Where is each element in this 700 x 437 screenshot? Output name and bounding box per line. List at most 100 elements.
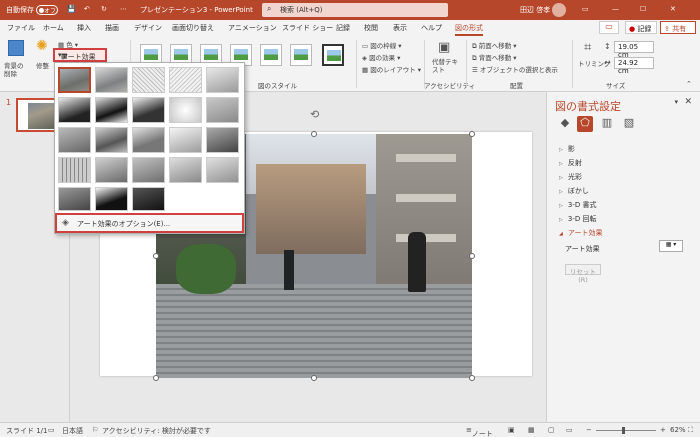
normal-view-icon[interactable]: ▣ [508,426,515,434]
send-backward-button[interactable]: ⧉ 背面へ移動 ▾ [472,52,517,63]
tab-picture-format[interactable]: 図の形式 [455,23,483,36]
art-effect-plastic-wrap[interactable] [58,187,91,211]
bring-forward-button[interactable]: ⧉ 前面へ移動 ▾ [472,40,517,51]
share-button[interactable]: ⇪ 共有 [660,21,696,34]
picture-border-button[interactable]: ▭ 図の枠線 ▾ [362,40,402,50]
effects-icon[interactable]: ⬠ [577,116,593,132]
avatar[interactable] [552,3,566,17]
tab-slideshow[interactable]: スライド ショー [282,23,333,33]
picture-style-7[interactable] [322,44,344,66]
search-box[interactable]: ⌕ 検索 (Alt+Q) [262,3,448,17]
width-input[interactable]: 24.92 cm [614,57,654,75]
section-artistic-effects[interactable]: アート効果 [559,228,603,238]
art-effect-pastels-smooth[interactable] [206,157,239,183]
section-reflection[interactable]: 反射 [559,158,582,168]
ribbon-display-icon[interactable]: ▭ [582,5,589,13]
zoom-out-icon[interactable]: − [586,426,592,434]
art-effect-paint-brush[interactable] [132,97,165,123]
tab-review[interactable]: 校閲 [364,23,378,33]
art-effect-glow-edges[interactable] [132,187,165,211]
spellcheck-icon[interactable]: ▭ [48,426,55,434]
resize-handle[interactable] [311,375,317,381]
rotate-handle-icon[interactable]: ⟲ [310,108,319,121]
art-effect-paint-strokes[interactable] [95,97,128,123]
art-effect-texturizer[interactable] [132,157,165,183]
art-effects-options-item[interactable]: ◈ アート効果のオプション(E)... [55,213,244,233]
zoom-slider-thumb[interactable] [622,427,625,434]
tab-design[interactable]: デザイン [134,23,162,33]
picture-style-6[interactable] [290,44,312,66]
slideshow-view-icon[interactable]: ▭ [566,426,573,434]
remove-bg-label[interactable]: 背景の削除 [4,62,26,78]
tab-home[interactable]: ホーム [43,23,64,33]
corrections-icon[interactable]: ✺ [36,38,48,54]
resize-handle[interactable] [469,253,475,259]
alt-text-label[interactable]: 代替テキスト [432,58,460,74]
art-effect-pencil-grayscale[interactable] [132,67,165,93]
close-icon[interactable]: ✕ [670,5,676,13]
save-icon[interactable]: 💾 [67,5,76,13]
section-shadow[interactable]: 影 [559,144,575,154]
art-effect-none[interactable] [58,67,91,93]
art-effect-film-grain[interactable] [95,187,128,211]
art-effect-crisscross-etching[interactable] [169,157,202,183]
art-effect-glass[interactable] [58,157,91,183]
picture-icon[interactable]: ▧ [621,116,637,132]
collapse-ribbon-icon[interactable]: ⌃ [686,80,692,88]
resize-handle[interactable] [311,131,317,137]
minimize-icon[interactable]: — [612,5,619,13]
art-effect-blur[interactable] [206,97,239,123]
tab-insert[interactable]: 挿入 [77,23,91,33]
fill-line-icon[interactable]: ◆ [557,116,573,132]
tab-help[interactable]: ヘルプ [421,23,442,33]
undo-icon[interactable]: ↶ [84,5,90,13]
fit-to-window-icon[interactable]: ⛶ [688,426,693,435]
resize-handle[interactable] [153,375,159,381]
tab-view[interactable]: 表示 [393,23,407,33]
tab-transitions[interactable]: 画面切り替え [172,23,214,33]
zoom-slider[interactable] [596,430,656,431]
comments-button[interactable]: ▭ [599,21,619,34]
size-properties-icon[interactable]: ▥ [599,116,615,132]
picture-layout-button[interactable]: ▦ 図のレイアウト ▾ [362,64,421,74]
art-effect-pencil-sketch[interactable] [169,67,202,93]
customize-qat-icon[interactable]: ⋯ [120,5,127,13]
section-glow[interactable]: 光彩 [559,172,582,182]
tab-record[interactable]: 記録 [336,23,350,33]
height-input[interactable]: 19.05 cm [614,41,654,59]
notes-button[interactable]: ≡ ノート [466,426,493,437]
zoom-in-icon[interactable]: + [660,426,666,434]
art-effect-photocopy[interactable] [169,127,202,153]
slide-sorter-icon[interactable]: ▦ [528,426,535,434]
section-3d-rotation[interactable]: 3-D 回転 [559,214,597,224]
resize-handle[interactable] [153,253,159,259]
art-effect-marker[interactable] [95,67,128,93]
art-effect-mosaic-bubbles[interactable] [206,127,239,153]
reset-button[interactable]: リセット(R) [565,264,601,284]
tab-draw[interactable]: 描画 [105,23,119,33]
alt-text-icon[interactable]: ▣ [438,40,450,55]
language[interactable]: 日本語 [62,426,83,436]
art-effect-light-screen[interactable] [58,127,91,153]
selection-pane-button[interactable]: ☰ オブジェクトの選択と表示 [472,64,558,74]
corrections-label[interactable]: 修整 [36,60,49,70]
art-effect-cement[interactable] [95,157,128,183]
picture-effects-button[interactable]: ◈ 図の効果 ▾ [362,52,400,62]
pane-options-icon[interactable]: ▾ [674,98,678,106]
picture-style-5[interactable] [260,44,282,66]
tab-file[interactable]: ファイル [7,23,35,33]
reading-view-icon[interactable]: ▢ [548,426,555,434]
artistic-effects-dropdown[interactable]: ▦ ▾ [659,240,683,252]
resize-handle[interactable] [469,375,475,381]
art-effect-chalk[interactable] [58,97,91,123]
art-effect-cutout[interactable] [132,127,165,153]
tab-animations[interactable]: アニメーション [228,23,277,33]
close-pane-icon[interactable]: ✕ [684,97,692,107]
resize-handle[interactable] [469,131,475,137]
art-effect-glow-diffused[interactable] [169,97,202,123]
section-3d-format[interactable]: 3-D 書式 [559,200,597,210]
accessibility-status[interactable]: アクセシビリティ: 検討が必要です [102,426,211,436]
art-effect-watercolor[interactable] [95,127,128,153]
redo-icon[interactable]: ↻ [101,5,107,13]
section-soft-edges[interactable]: ぼかし [559,186,589,196]
